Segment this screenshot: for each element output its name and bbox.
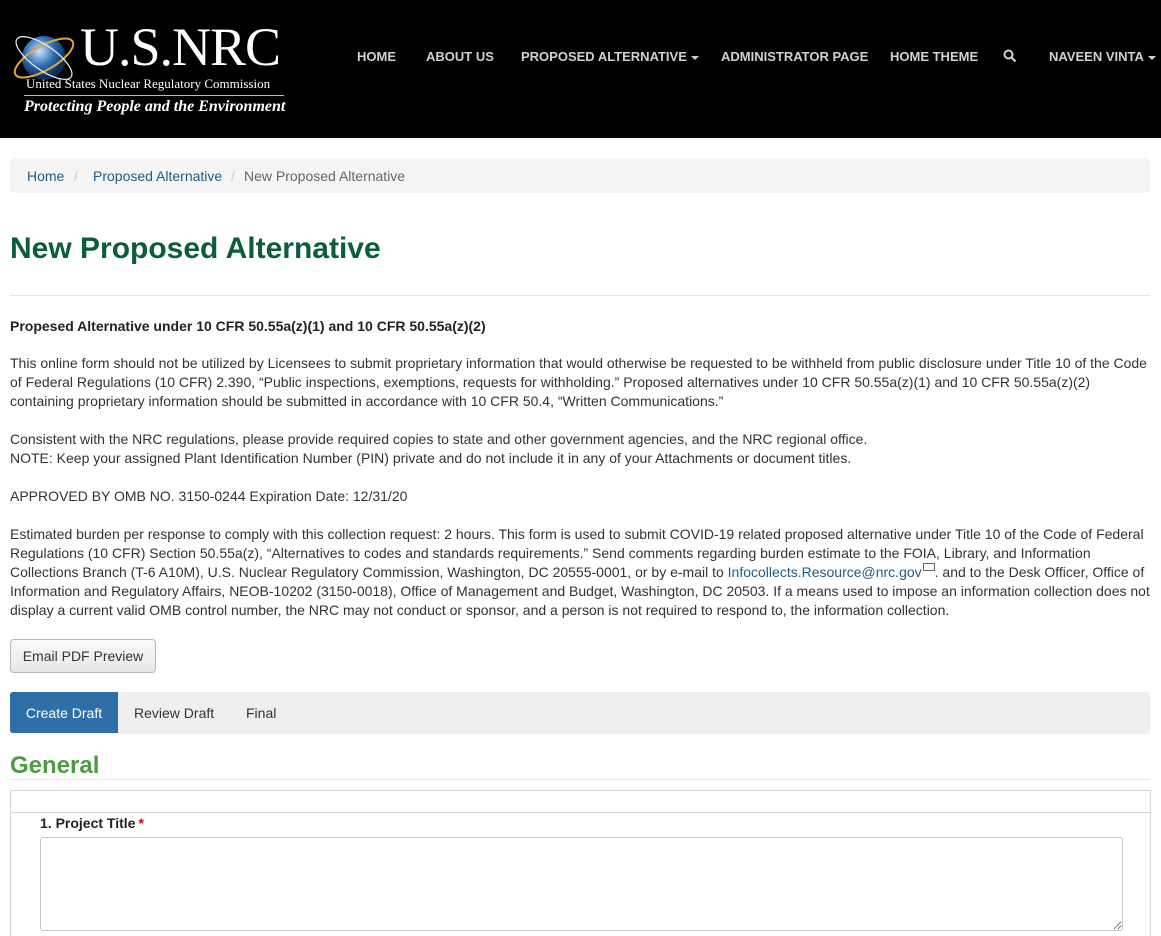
burden-paragraph: Estimated burden per response to comply …: [10, 525, 1155, 620]
workflow-tabs: Create Draft Review Draft Final: [10, 692, 1150, 734]
tab-final[interactable]: Final: [246, 692, 276, 733]
nav-home[interactable]: HOME: [357, 48, 396, 66]
email-pdf-preview-button[interactable]: Email PDF Preview: [10, 639, 156, 673]
disclaimer-paragraph: This online form should not be utilized …: [10, 355, 1147, 409]
nav-proposed-alternative-label: PROPOSED ALTERNATIVE: [521, 49, 687, 64]
form-panel: 1. Project Title *: [10, 790, 1151, 936]
section-title-general: General: [10, 752, 100, 779]
page-title: New Proposed Alternative: [10, 232, 381, 265]
project-title-label-text: 1. Project Title: [40, 815, 136, 831]
form-subheading: Propesed Alternative under 10 CFR 50.55a…: [10, 318, 486, 334]
breadcrumb-separator: /: [231, 168, 235, 184]
breadcrumb-separator: /: [74, 168, 78, 184]
project-title-label: 1. Project Title *: [40, 815, 144, 831]
chevron-down-icon: [690, 55, 699, 60]
nav-user-menu[interactable]: NAVEEN VINTA: [1049, 48, 1156, 66]
divider: [10, 295, 1150, 296]
infocollects-email-link[interactable]: Infocollects.Resource@nrc.gov: [728, 564, 922, 580]
logo-tagline: Protecting People and the Environment: [24, 98, 286, 115]
nav-about-us[interactable]: ABOUT US: [426, 48, 494, 66]
required-marker: *: [138, 815, 144, 831]
omb-approval: APPROVED BY OMB NO. 3150-0244 Expiration…: [10, 488, 408, 504]
nav-user-name: NAVEEN VINTA: [1049, 49, 1144, 64]
chevron-down-icon: [1147, 55, 1156, 60]
breadcrumb-proposed-alternative[interactable]: Proposed Alternative: [93, 167, 222, 185]
pin-note: NOTE: Keep your assigned Plant Identific…: [10, 450, 852, 466]
tab-create-draft[interactable]: Create Draft: [10, 692, 118, 733]
search-icon[interactable]: [1003, 49, 1017, 68]
breadcrumb-home[interactable]: Home: [27, 167, 64, 185]
copies-notice: Consistent with the NRC regulations, ple…: [10, 431, 868, 447]
tab-review-draft[interactable]: Review Draft: [134, 692, 214, 733]
breadcrumb: Home / Proposed Alternative / New Propos…: [10, 158, 1150, 193]
logo-subtitle: United States Nuclear Regulatory Commiss…: [26, 76, 271, 91]
panel-header: [11, 791, 1150, 813]
divider: [10, 779, 1150, 780]
project-title-input[interactable]: [40, 837, 1123, 931]
breadcrumb-current: New Proposed Alternative: [244, 168, 406, 184]
nav-administrator-page[interactable]: ADMINISTRATOR PAGE: [721, 48, 868, 66]
mail-icon: [922, 563, 935, 571]
nav-proposed-alternative[interactable]: PROPOSED ALTERNATIVE: [521, 48, 699, 66]
main-nav: HOME ABOUT US PROPOSED ALTERNATIVE ADMIN…: [0, 48, 1161, 68]
logo-divider: [24, 95, 284, 96]
site-header: U.S.NRC United States Nuclear Regulatory…: [0, 0, 1161, 138]
nav-home-theme[interactable]: HOME THEME: [890, 48, 978, 66]
